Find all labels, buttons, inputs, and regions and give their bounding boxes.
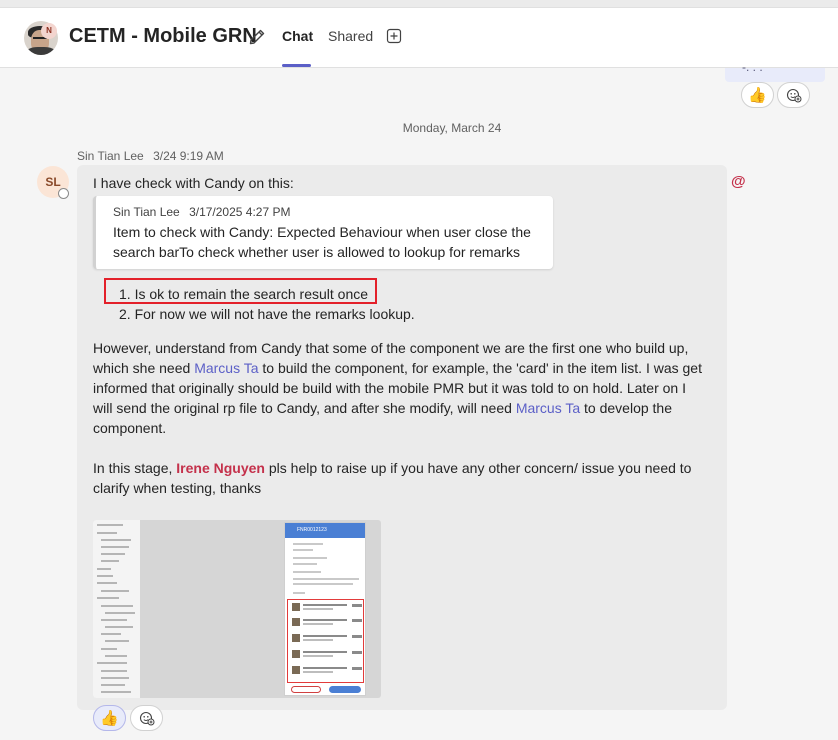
add-reaction-button[interactable] (777, 82, 810, 108)
at-mention-icon: @ (731, 173, 746, 190)
quote-time: 3/17/2025 4:27 PM (189, 205, 291, 219)
previous-message-fragment: -. . . (742, 60, 763, 74)
phone-item-list (287, 599, 364, 683)
tab-shared[interactable]: Shared (328, 28, 373, 44)
add-reaction-icon (786, 88, 801, 103)
message-paragraph: However, understand from Candy that some… (93, 338, 708, 438)
avatar-badge: N (41, 23, 57, 39)
tab-chat[interactable]: Chat (282, 28, 313, 44)
chat-header: N CETM - Mobile GRN Chat Shared (0, 8, 838, 68)
thumbs-up-icon: 👍 (748, 86, 767, 104)
thumbs-up-reaction-button[interactable]: 👍 (741, 82, 774, 108)
message-paragraph: In this stage, Irene Nguyen pls help to … (93, 458, 708, 498)
quote-meta: Sin Tian Lee 3/17/2025 4:27 PM (113, 205, 290, 219)
add-reaction-icon (139, 711, 154, 726)
mention-irene-nguyen[interactable]: Irene Nguyen (176, 460, 265, 476)
phone-mockup: FNR0012123 (284, 522, 366, 696)
message-meta: Sin Tian Lee 3/24 9:19 AM (77, 149, 224, 163)
top-strip (0, 0, 838, 8)
add-tab-icon[interactable] (386, 28, 402, 44)
paragraph-text: In this stage, (93, 460, 177, 476)
message-sender[interactable]: Sin Tian Lee (77, 149, 144, 163)
phone-header-text: FNR0012123 (297, 527, 327, 533)
mention-marcus-ta[interactable]: Marcus Ta (516, 400, 580, 416)
message-time: 3/24 9:19 AM (153, 149, 224, 163)
phone-header-bar: FNR0012123 (285, 523, 365, 538)
previous-message-bubble (725, 68, 825, 82)
date-divider: Monday, March 24 (402, 121, 502, 135)
quote-sender: Sin Tian Lee (113, 205, 180, 219)
presence-status-icon (58, 188, 69, 199)
image-attachment[interactable]: FNR0012123 (93, 520, 381, 698)
active-tab-indicator (282, 64, 311, 67)
mention-marcus-ta[interactable]: Marcus Ta (194, 360, 258, 376)
chat-title: CETM - Mobile GRN (69, 25, 257, 47)
message-intro: I have check with Candy on this: (93, 175, 294, 191)
phone-action-buttons (287, 686, 364, 694)
tree-panel (93, 520, 140, 698)
edit-icon[interactable] (247, 27, 267, 47)
list-item: 2. For now we will not have the remarks … (119, 306, 415, 322)
add-reaction-button[interactable] (130, 705, 163, 731)
quoted-message[interactable]: Sin Tian Lee 3/17/2025 4:27 PM Item to c… (93, 196, 553, 269)
thumbs-up-icon: 👍 (100, 709, 119, 727)
quote-text: Item to check with Candy: Expected Behav… (113, 224, 531, 260)
highlight-box (104, 278, 377, 304)
thumbs-up-reaction-button[interactable]: 👍 (93, 705, 126, 731)
